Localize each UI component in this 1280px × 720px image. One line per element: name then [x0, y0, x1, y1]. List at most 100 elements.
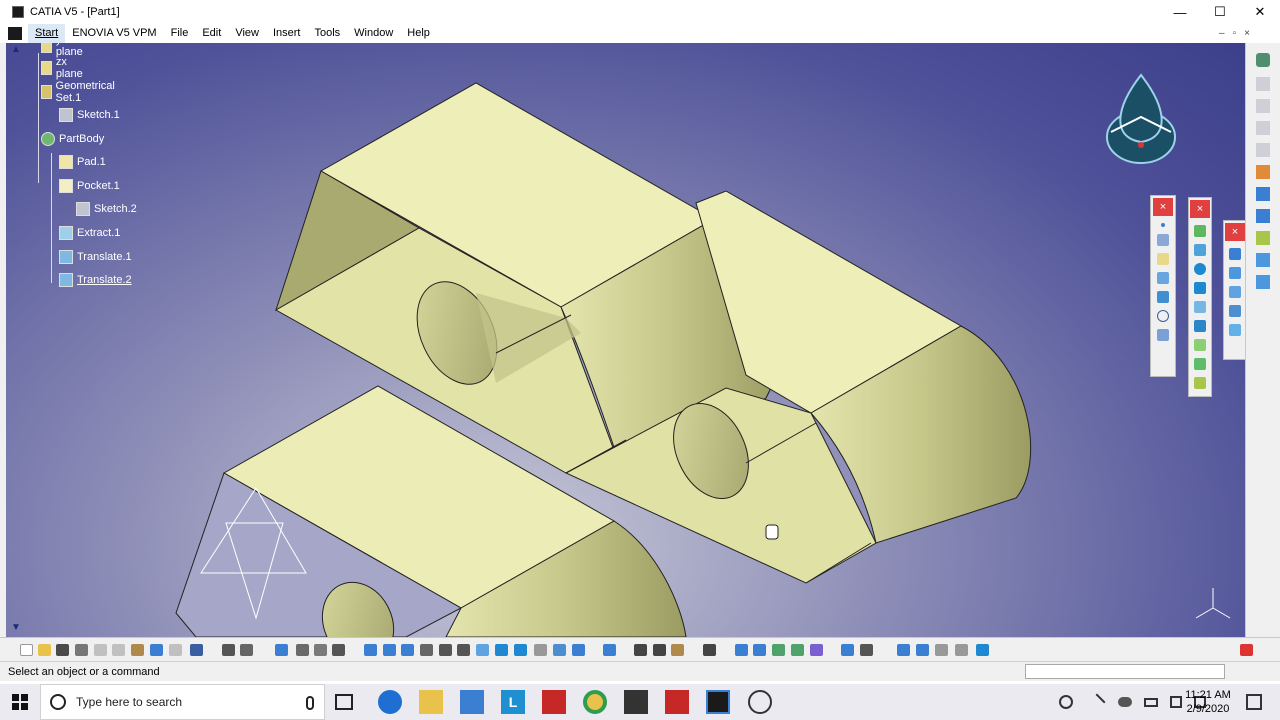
- revolve-icon[interactable]: [1194, 244, 1206, 256]
- help-icon[interactable]: [190, 644, 203, 656]
- comment-icon[interactable]: [240, 644, 253, 656]
- section-view-icon[interactable]: [976, 644, 989, 656]
- render-style-icon[interactable]: [514, 644, 527, 656]
- tree-item-translate-2[interactable]: Translate.2: [59, 271, 132, 289]
- wand-icon[interactable]: [810, 644, 823, 656]
- mcafee-icon[interactable]: [542, 690, 566, 714]
- join-icon[interactable]: [1229, 248, 1241, 260]
- analysis-icon[interactable]: [1256, 253, 1270, 267]
- shading-icon[interactable]: [572, 644, 585, 656]
- tree-item-sketch-1[interactable]: Sketch.1: [59, 106, 120, 124]
- cut-icon[interactable]: [94, 644, 107, 656]
- battery-icon[interactable]: [1144, 697, 1158, 707]
- network-icon[interactable]: [1170, 696, 1182, 708]
- app-l-icon[interactable]: L: [501, 690, 525, 714]
- menu-start[interactable]: Start: [28, 24, 66, 43]
- transform-icon[interactable]: [1229, 324, 1241, 336]
- rotate-icon[interactable]: [1157, 291, 1169, 303]
- swap-visible-icon[interactable]: [553, 644, 566, 656]
- copy-icon[interactable]: [112, 644, 125, 656]
- constraint-toggle-icon[interactable]: [935, 644, 948, 656]
- show-hidden-icons-icon[interactable]: [1088, 693, 1106, 711]
- command-input[interactable]: [1025, 664, 1225, 679]
- blend-icon[interactable]: [1194, 358, 1206, 370]
- system-clock[interactable]: 11:21 AM 2/9/2020: [1183, 688, 1233, 716]
- onedrive-icon[interactable]: [1118, 697, 1132, 707]
- sketch-tools-icon[interactable]: [735, 644, 748, 656]
- snap-icon[interactable]: [916, 644, 929, 656]
- body-icon[interactable]: [671, 644, 684, 656]
- plane-tool-icon[interactable]: [1157, 253, 1169, 265]
- tree-item-geometrical-set[interactable]: Geometrical Set.1: [41, 80, 118, 104]
- formula-icon[interactable]: [222, 644, 235, 656]
- menu-window[interactable]: Window: [347, 24, 400, 43]
- geometry-icon[interactable]: [1256, 209, 1270, 223]
- catia-taskbar-icon[interactable]: [706, 690, 730, 714]
- fly-mode-icon[interactable]: [364, 644, 377, 656]
- save-icon[interactable]: [56, 644, 69, 656]
- extrude-icon[interactable]: [1194, 225, 1206, 237]
- hide-show-icon[interactable]: [534, 644, 547, 656]
- iso-view-icon[interactable]: [495, 644, 508, 656]
- dimension-toggle-icon[interactable]: [955, 644, 968, 656]
- app-circle-icon[interactable]: [748, 690, 772, 714]
- curve-icon[interactable]: [1256, 275, 1270, 289]
- point-icon[interactable]: [1161, 223, 1165, 227]
- sweep-icon[interactable]: [1194, 320, 1206, 332]
- cylinder-icon[interactable]: [1194, 282, 1206, 294]
- taskbar-search-box[interactable]: Type here to search: [40, 684, 325, 720]
- redo-icon[interactable]: [169, 644, 182, 656]
- mdi-minimize-button[interactable]: –: [1219, 28, 1225, 39]
- pan-icon[interactable]: [401, 644, 414, 656]
- task-view-icon[interactable]: [335, 694, 353, 710]
- link-icon[interactable]: [841, 644, 854, 656]
- undo-icon[interactable]: [150, 644, 163, 656]
- rotate-view-icon[interactable]: [420, 644, 433, 656]
- chrome-icon[interactable]: [583, 690, 607, 714]
- close-button[interactable]: ✕: [1240, 0, 1280, 24]
- file-explorer-icon[interactable]: [419, 690, 443, 714]
- hide-icon[interactable]: [314, 644, 327, 656]
- spline-icon[interactable]: [1157, 329, 1169, 341]
- tree-item-extract-1[interactable]: Extract.1: [59, 224, 120, 242]
- trim-icon[interactable]: [1229, 286, 1241, 298]
- grid-icon[interactable]: [772, 644, 785, 656]
- maximize-button[interactable]: ☐: [1200, 0, 1240, 24]
- tree-item-partbody[interactable]: PartBody: [41, 130, 104, 148]
- tree-item-pocket-1[interactable]: Pocket.1: [59, 177, 120, 195]
- store-icon[interactable]: [460, 690, 484, 714]
- hand-icon[interactable]: [860, 644, 873, 656]
- grid-toggle-icon[interactable]: [897, 644, 910, 656]
- paste-icon[interactable]: [131, 644, 144, 656]
- floating-toolbar-close-button[interactable]: ×: [1153, 198, 1173, 216]
- measure-icon[interactable]: [296, 644, 309, 656]
- floating-toolbar-close-button[interactable]: ×: [1190, 200, 1210, 218]
- edit-icon[interactable]: [753, 644, 766, 656]
- compass-icon[interactable]: [1106, 67, 1186, 167]
- catalog-icon[interactable]: [275, 644, 288, 656]
- sketcher-icon[interactable]: [1256, 187, 1270, 201]
- tree-item-yz-plane[interactable]: yz plane: [41, 43, 86, 58]
- boundary-icon[interactable]: [1229, 305, 1241, 317]
- tree-item-sketch-2[interactable]: Sketch.2: [76, 200, 137, 218]
- open-folder-icon[interactable]: [38, 644, 51, 656]
- tree-scroll-up-icon[interactable]: ▲: [11, 44, 21, 55]
- surface-icon[interactable]: [1256, 231, 1270, 245]
- print-icon[interactable]: [75, 644, 88, 656]
- windows-start-button[interactable]: [0, 684, 40, 720]
- 3d-viewport[interactable]: yz plane zx plane Geometrical Set.1 Sket…: [6, 43, 1245, 637]
- microphone-icon[interactable]: [306, 696, 314, 710]
- zoom-out-icon[interactable]: [457, 644, 470, 656]
- new-file-icon[interactable]: [20, 644, 33, 656]
- menu-edit[interactable]: Edit: [195, 24, 228, 43]
- minimize-button[interactable]: —: [1160, 0, 1200, 24]
- floating-toolbar-close-button[interactable]: ×: [1225, 223, 1245, 241]
- mail-icon[interactable]: [624, 690, 648, 714]
- fill-icon[interactable]: [1194, 339, 1206, 351]
- select-arrow-icon[interactable]: [1256, 165, 1270, 179]
- normal-view-icon[interactable]: [476, 644, 489, 656]
- acrobat-icon[interactable]: [665, 690, 689, 714]
- part-geometry[interactable]: [6, 43, 1245, 637]
- circle-icon[interactable]: [1157, 310, 1169, 322]
- line-icon[interactable]: [1157, 234, 1169, 246]
